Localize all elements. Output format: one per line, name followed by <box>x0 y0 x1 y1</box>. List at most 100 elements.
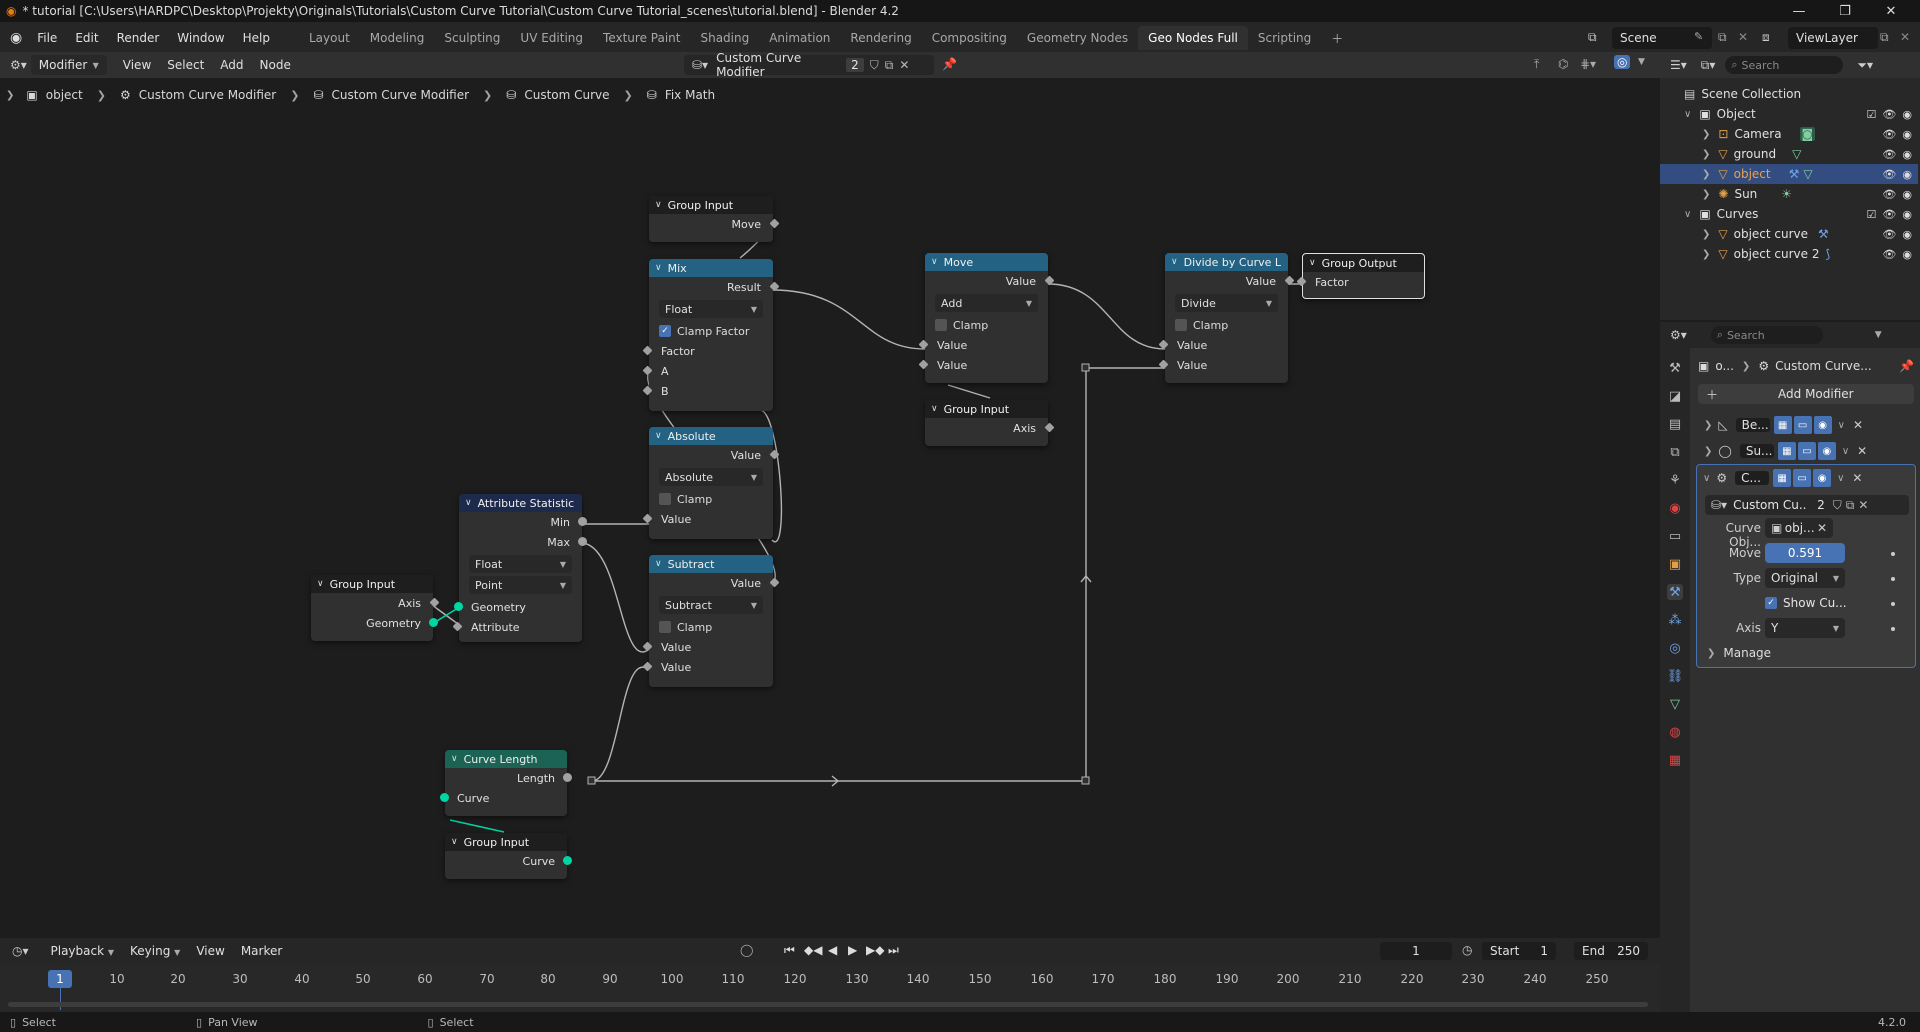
eye-icon[interactable]: 👁 <box>1882 168 1896 181</box>
duplicate-icon[interactable]: ⧉ <box>1846 498 1855 513</box>
input-socket[interactable] <box>440 793 449 802</box>
remove-modifier-icon[interactable]: ✕ <box>1853 418 1863 432</box>
keyframe-dot-icon[interactable] <box>1891 602 1895 606</box>
node-group-input-axis[interactable]: ∨ Group Input Axis <box>925 400 1055 446</box>
material-tab-icon[interactable]: ◍ <box>1667 724 1683 740</box>
blender-menu-icon[interactable]: ◉ <box>10 30 22 46</box>
physics-tab-icon[interactable]: ◎ <box>1667 640 1683 656</box>
node-header[interactable]: ∨ Move <box>925 253 1048 271</box>
outliner-row-curves-collection[interactable]: ∨ ▣ Curves ☑ 👁 ◉ <box>1660 204 1918 224</box>
collapse-icon[interactable]: ∨ <box>317 579 324 589</box>
node-move[interactable]: ∨ Move Value Add ▼ Clamp Value Value <box>918 253 1055 383</box>
checkbox-icon[interactable]: ☑ <box>1867 108 1877 121</box>
camera-render-icon[interactable]: ◉ <box>1902 108 1912 121</box>
particles-tab-icon[interactable]: ⁂ <box>1667 612 1683 628</box>
menu-view[interactable]: View <box>188 944 232 958</box>
tab-modeling[interactable]: Modeling <box>360 26 435 50</box>
output-socket[interactable] <box>563 773 572 782</box>
expand-icon[interactable]: ❯ <box>1702 169 1710 180</box>
menu-file[interactable]: File <box>28 22 66 54</box>
clamp-row[interactable]: Clamp <box>1165 315 1288 335</box>
eye-icon[interactable]: 👁 <box>1882 228 1896 241</box>
timeline-ruler[interactable]: 1 10 20 30 40 50 60 70 80 90 100 110 120… <box>0 964 1660 1012</box>
timeline-scrollbar[interactable] <box>8 1002 1648 1007</box>
camera-render-icon[interactable]: ◉ <box>1902 228 1912 241</box>
eye-icon[interactable]: 👁 <box>1882 148 1896 161</box>
node-tree-icon[interactable]: ⛁▾ <box>1711 498 1727 512</box>
crumb-object[interactable]: ▣ object <box>26 88 82 102</box>
collapse-icon[interactable]: ∨ <box>655 559 662 569</box>
menu-help[interactable]: Help <box>234 22 279 54</box>
eye-icon[interactable]: 👁 <box>1882 128 1896 141</box>
close-window-button[interactable]: ✕ <box>1868 0 1914 22</box>
node-tree-name[interactable]: Custom Curve Modifier <box>716 51 846 79</box>
add-workspace-icon[interactable]: ＋ <box>1321 26 1353 50</box>
scene-icon[interactable]: ⧉ <box>1588 30 1597 45</box>
preview-range-icon[interactable]: ◷ <box>1462 943 1472 957</box>
expand-icon[interactable]: ∨ <box>1684 109 1691 120</box>
collapse-icon[interactable]: ∨ <box>451 837 458 847</box>
menu-render[interactable]: Render <box>108 22 169 54</box>
edit-mode-toggle-icon[interactable]: ▦ <box>1773 416 1792 434</box>
tool-tab-icon[interactable]: ⚒ <box>1667 360 1683 376</box>
viewlayer-icon[interactable]: ⧈ <box>1762 30 1770 45</box>
expand-icon[interactable]: ❯ <box>1702 249 1710 260</box>
start-frame-field[interactable]: Start 1 <box>1482 942 1556 960</box>
checkbox-icon[interactable] <box>659 621 671 633</box>
menu-playback[interactable]: Playback ▼ <box>43 944 123 958</box>
tab-layout[interactable]: Layout <box>299 26 360 50</box>
crumb-modifier[interactable]: ⚙ Custom Curve Modifier <box>120 88 276 102</box>
expand-icon[interactable]: ❯ <box>1704 446 1712 457</box>
node-header[interactable]: ∨ Group Output <box>1303 254 1424 272</box>
data-type-dropdown[interactable]: Float ▼ <box>659 300 763 318</box>
node-header[interactable]: ∨ Divide by Curve L <box>1165 253 1288 271</box>
viewlayer-field[interactable]: ViewLayer <box>1788 27 1878 49</box>
menu-node[interactable]: Node <box>252 58 299 72</box>
node-header[interactable]: ∨ Absolute <box>649 427 773 445</box>
menu-window[interactable]: Window <box>168 22 233 54</box>
remove-modifier-icon[interactable]: ✕ <box>1857 444 1867 458</box>
node-header[interactable]: ∨ Group Input <box>311 575 433 593</box>
curve-object-field[interactable]: ▣ obj... ✕ <box>1765 518 1833 538</box>
jump-end-icon[interactable]: ⏭ <box>888 943 899 958</box>
snap-options-icon[interactable]: ⋕▾ <box>1580 57 1596 71</box>
object-tab-icon[interactable]: ▣ <box>1667 556 1683 572</box>
outliner-row-object-collection[interactable]: ∨ ▣ Object ☑ 👁 ◉ <box>1660 104 1918 124</box>
collapse-icon[interactable]: ∨ <box>1171 257 1178 267</box>
domain-dropdown[interactable]: Point ▼ <box>469 576 572 594</box>
camera-render-icon[interactable]: ◉ <box>1902 248 1912 261</box>
menu-add[interactable]: Add <box>212 58 251 72</box>
expand-icon[interactable]: ❯ <box>1702 189 1710 200</box>
output-socket[interactable] <box>578 537 587 546</box>
operation-dropdown[interactable]: Subtract ▼ <box>659 596 763 614</box>
node-mix[interactable]: ∨ Mix Result Float ▼ ✓ Clamp Factor Factor … <box>642 259 780 411</box>
editor-type-icon[interactable]: ⚙▾ <box>10 58 27 72</box>
collapse-icon[interactable]: ∨ <box>931 257 938 267</box>
scene-collection-row[interactable]: ▤ Scene Collection <box>1660 84 1918 104</box>
world-tab-icon[interactable]: ◉ <box>1667 500 1683 516</box>
outliner-row-camera[interactable]: ❯ ⊡ Camera ◙ 👁 ◉ <box>1660 124 1918 144</box>
menu-view[interactable]: View <box>115 58 159 72</box>
node-header[interactable]: ∨ Subtract <box>649 555 773 573</box>
camera-render-icon[interactable]: ◉ <box>1902 208 1912 221</box>
dropdown-icon[interactable]: ∨ <box>1842 446 1849 457</box>
maximize-button[interactable]: ❐ <box>1822 0 1868 22</box>
unlink-tree-icon[interactable]: ✕ <box>899 58 909 72</box>
clamp-row[interactable]: Clamp <box>649 617 773 637</box>
output-socket[interactable] <box>429 618 438 627</box>
data-tab-icon[interactable]: ▽ <box>1667 696 1683 712</box>
eye-icon[interactable]: 👁 <box>1882 188 1896 201</box>
node-attribute-statistic[interactable]: ∨ Attribute Statistic Min Max Float ▼ Poin… <box>452 494 587 642</box>
eye-icon[interactable]: 👁 <box>1882 108 1896 121</box>
render-toggle-icon[interactable]: ◉ <box>1813 469 1832 487</box>
expand-icon[interactable]: ❯ <box>1704 420 1712 431</box>
tab-geometry-nodes[interactable]: Geometry Nodes <box>1017 26 1138 50</box>
outliner-row-object-curve-2[interactable]: ❯ ▽ object curve 2 ⟆ 👁 ◉ <box>1660 244 1918 264</box>
prev-keyframe-icon[interactable]: ◆◀ <box>804 943 822 957</box>
tab-rendering[interactable]: Rendering <box>840 26 921 50</box>
modifier-tab-icon[interactable]: ⚒ <box>1667 584 1683 600</box>
viewport-toggle-icon[interactable]: ▭ <box>1793 469 1812 487</box>
next-keyframe-icon[interactable]: ▶◆ <box>866 943 884 957</box>
menu-select[interactable]: Select <box>159 58 212 72</box>
manage-panel-toggle[interactable]: ❯ Manage <box>1707 643 1771 663</box>
